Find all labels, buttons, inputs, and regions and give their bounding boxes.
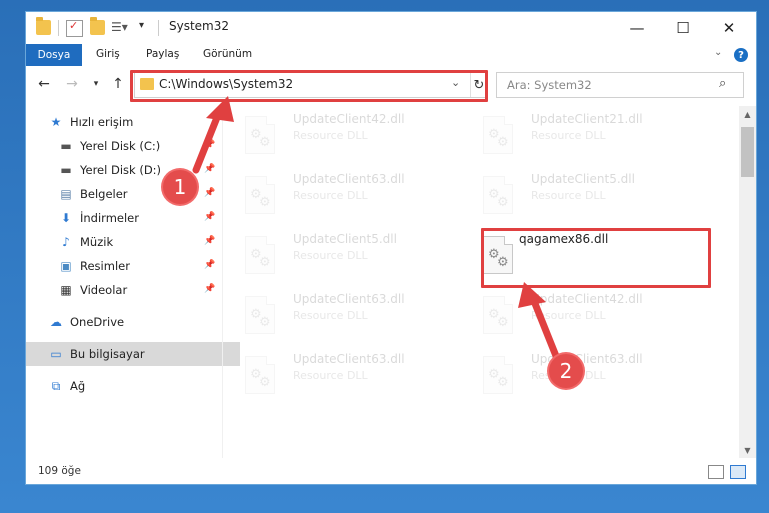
arrow-1-head <box>206 96 234 122</box>
annotation-arrows <box>192 96 560 360</box>
step-1-badge: 1 <box>163 170 197 204</box>
arrow-2-shaft <box>528 292 560 360</box>
arrow-2-head <box>518 282 546 308</box>
step-2-badge: 2 <box>549 354 583 388</box>
